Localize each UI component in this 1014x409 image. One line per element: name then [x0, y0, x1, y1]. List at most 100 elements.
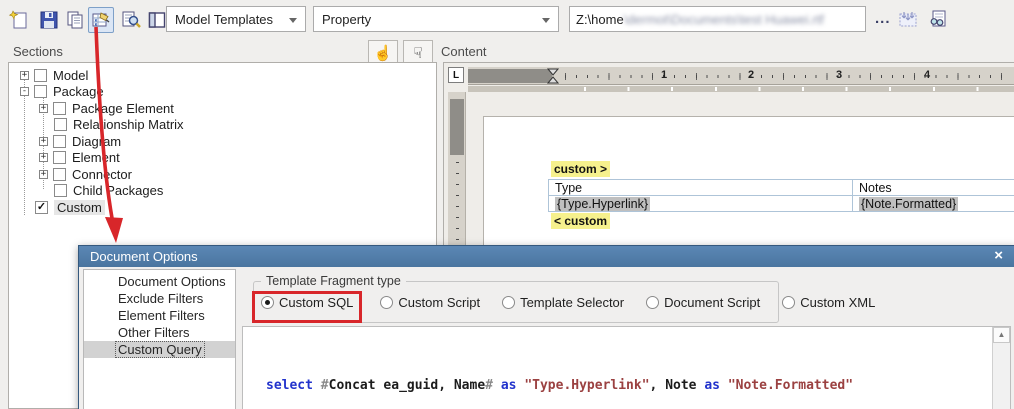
tree-item-connector[interactable]: + Connector: [39, 166, 132, 182]
table-header-cell[interactable]: Type: [549, 180, 853, 196]
table-cell[interactable]: {Note.Formatted}: [853, 196, 1014, 212]
new-document-icon: [8, 9, 30, 31]
tree-item-package[interactable]: - Package: [20, 83, 104, 99]
tree-item-custom[interactable]: ✓ Custom: [35, 199, 105, 215]
scrollbar[interactable]: ▲: [992, 327, 1010, 409]
nav-item-document-options[interactable]: Document Options: [84, 273, 235, 290]
sql-editor[interactable]: select #Concat ea_guid, Name# as "Type.H…: [242, 326, 1011, 409]
tree-item-label[interactable]: Connector: [72, 167, 132, 182]
path-visible-text: Z:\home: [576, 12, 624, 27]
section-open-tag[interactable]: custom >: [551, 161, 610, 177]
checkbox[interactable]: [54, 118, 67, 131]
checkbox-checked[interactable]: ✓: [35, 201, 48, 214]
table-cell[interactable]: {Type.Hyperlink}: [549, 196, 853, 212]
tree-item-label[interactable]: Relationship Matrix: [73, 117, 184, 132]
copy-button[interactable]: [62, 7, 88, 33]
radio-document-script[interactable]: Document Script: [646, 295, 760, 310]
ruler-substrip-ticks: [584, 87, 1014, 91]
dialog-title: Document Options: [90, 249, 198, 264]
chevron-down-icon: [289, 18, 297, 23]
tree-item-element[interactable]: + Element: [39, 149, 120, 165]
tree-item-label[interactable]: Model: [53, 68, 88, 83]
checkbox[interactable]: [53, 102, 66, 115]
ruler-substrip: [468, 86, 1014, 92]
nav-item-exclude-filters[interactable]: Exclude Filters: [84, 290, 235, 307]
sql-line: select #Concat ea_guid, Name# as "Type.H…: [266, 375, 955, 397]
sql-code: select #Concat ea_guid, Name# as "Type.H…: [266, 331, 955, 409]
radio-custom-script[interactable]: Custom Script: [380, 295, 480, 310]
generate-button[interactable]: [895, 6, 921, 32]
edit-template-options-icon: [90, 9, 112, 31]
expand-icon[interactable]: +: [39, 104, 48, 113]
checkbox[interactable]: [53, 168, 66, 181]
save-button[interactable]: [36, 7, 62, 33]
nav-item-element-filters[interactable]: Element Filters: [84, 307, 235, 324]
output-path-field[interactable]: Z:\home\dermot\Documents\test Huawei.rtf: [569, 6, 866, 32]
dialog-titlebar[interactable]: Document Options ×: [79, 246, 1014, 267]
ruler-number: 1: [661, 69, 667, 81]
table-header-cell[interactable]: Notes: [853, 180, 1014, 196]
nav-item-other-filters[interactable]: Other Filters: [84, 324, 235, 341]
tree-item-label[interactable]: Custom: [54, 200, 105, 215]
checkbox[interactable]: [34, 85, 47, 98]
ruler-number: 3: [836, 69, 842, 81]
section-close-tag[interactable]: < custom: [551, 213, 610, 229]
expand-icon[interactable]: +: [39, 137, 48, 146]
ruler-number: 4: [924, 69, 930, 81]
nav-item-custom-query[interactable]: Custom Query: [84, 341, 235, 358]
ruler-number: 2: [748, 69, 754, 81]
toolbar: Model Templates Property Z:\home\dermot\…: [0, 0, 1014, 38]
close-icon[interactable]: ×: [994, 247, 1003, 264]
checkbox[interactable]: [53, 135, 66, 148]
template-name-combo-value: Property: [322, 12, 371, 27]
horizontal-ruler: 1 2 3 4: [468, 67, 1014, 85]
radio-icon: [646, 296, 659, 309]
ruler-margin-area: [468, 69, 552, 83]
checkbox[interactable]: [53, 151, 66, 164]
radio-icon: [380, 296, 393, 309]
tree-item-package-element[interactable]: + Package Element: [39, 100, 174, 116]
template-editor-window: Model Templates Property Z:\home\dermot\…: [0, 0, 1014, 409]
tree-item-label[interactable]: Element: [72, 150, 120, 165]
indent-marker[interactable]: [547, 68, 559, 84]
radio-template-selector[interactable]: Template Selector: [502, 295, 624, 310]
tree-item-diagram[interactable]: + Diagram: [39, 133, 121, 149]
checkbox[interactable]: [54, 184, 67, 197]
template-group-combo[interactable]: Model Templates: [166, 6, 306, 32]
tree-item-model[interactable]: + Model: [20, 67, 88, 83]
content-panel-title: Content: [441, 44, 487, 59]
document-options-dialog: Document Options × Document Options Excl…: [78, 245, 1014, 409]
annotation-highlight-box: [252, 291, 362, 323]
find-button[interactable]: [118, 7, 144, 33]
template-name-combo[interactable]: Property: [313, 6, 559, 32]
import-merge-icon: [897, 8, 919, 30]
checkbox[interactable]: [34, 69, 47, 82]
preview-document-button[interactable]: [925, 6, 951, 32]
tab-type-selector[interactable]: L: [448, 67, 464, 83]
hand-pointing-down-icon: ☟: [413, 44, 422, 62]
template-group-combo-value: Model Templates: [175, 12, 273, 27]
new-document-button[interactable]: [6, 7, 32, 33]
tree-item-label[interactable]: Package: [53, 84, 104, 99]
tree-item-label[interactable]: Diagram: [72, 134, 121, 149]
expand-icon[interactable]: +: [39, 170, 48, 179]
collapse-icon[interactable]: -: [20, 87, 29, 96]
tree-item-label[interactable]: Child Packages: [73, 183, 163, 198]
tree-item-relationship-matrix[interactable]: Relationship Matrix: [54, 116, 184, 132]
tree-item-child-packages[interactable]: Child Packages: [54, 182, 163, 198]
edit-template-options-button[interactable]: [88, 7, 114, 33]
chevron-down-icon: [542, 18, 550, 23]
scroll-up-icon[interactable]: ▲: [993, 327, 1010, 343]
browse-button[interactable]: ...: [875, 10, 891, 27]
expand-icon[interactable]: +: [20, 71, 29, 80]
dialog-nav-list: Document Options Exclude Filters Element…: [83, 269, 236, 409]
expand-icon[interactable]: +: [39, 153, 48, 162]
tree-item-label[interactable]: Package Element: [72, 101, 174, 116]
find-in-document-icon: [120, 9, 142, 31]
radio-custom-xml[interactable]: Custom XML: [782, 295, 875, 310]
field-note-formatted[interactable]: {Note.Formatted}: [859, 197, 958, 211]
field-type-hyperlink[interactable]: {Type.Hyperlink}: [555, 197, 650, 211]
path-blurred-text: \dermot\Documents\test Huawei.rtf: [624, 12, 824, 27]
copy-icon: [65, 10, 85, 30]
table-header-row: Type Notes: [549, 180, 1014, 196]
